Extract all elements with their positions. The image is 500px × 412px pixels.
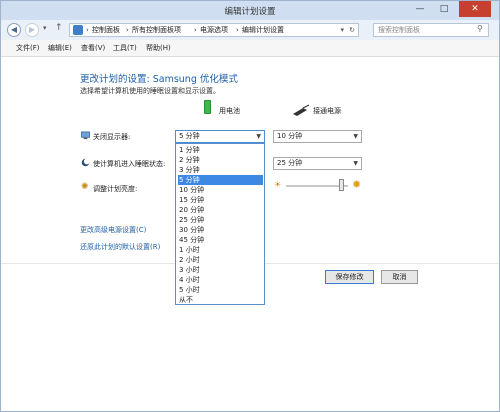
option-45-minutes[interactable]: 45 分钟 [178, 235, 263, 245]
title-bar: 编辑计划设置 — □ ✕ [1, 1, 499, 20]
save-button[interactable]: 保存修改 [325, 270, 374, 284]
menu-file[interactable]: 文件(F) [16, 43, 40, 53]
option-1-hour[interactable]: 1 小时 [178, 245, 263, 255]
option-3-hours[interactable]: 3 小时 [178, 265, 263, 275]
display-off-battery-select[interactable]: 5 分钟 ▼ [175, 130, 265, 143]
column-battery: 用电池 [219, 107, 240, 115]
close-button[interactable]: ✕ [459, 1, 491, 17]
option-30-minutes[interactable]: 30 分钟 [178, 225, 263, 235]
page-subtitle: 选择希望计算机使用的睡眠设置和显示设置。 [80, 87, 220, 95]
maximize-button[interactable]: □ [433, 1, 455, 17]
address-dropdown-icon[interactable]: ▾ [340, 24, 344, 36]
menu-tools[interactable]: 工具(T) [113, 43, 137, 53]
window: 编辑计划设置 — □ ✕ ◀ ▶ ▾ ↑ › 控制面板 › 所有控制面板项 › … [0, 0, 500, 412]
menu-help[interactable]: 帮助(H) [146, 43, 171, 53]
address-toolbar: ◀ ▶ ▾ ↑ › 控制面板 › 所有控制面板项 › 电源选项 › 编辑计划设置… [1, 20, 499, 40]
chevron-down-icon: ▼ [353, 133, 358, 140]
power-plug-icon [293, 104, 310, 116]
menu-bar: 文件(F) 编辑(E) 查看(V) 工具(T) 帮助(H) [1, 40, 499, 57]
brightness-low-icon: ☀ [274, 180, 282, 189]
forward-icon[interactable]: ▶ [25, 23, 39, 37]
brightness-sun-icon: ✺ [81, 182, 89, 192]
option-15-minutes[interactable]: 15 分钟 [178, 195, 263, 205]
page-title: 更改计划的设置: Samsung 优化模式 [80, 74, 238, 85]
display-off-battery-value: 5 分钟 [179, 132, 200, 140]
option-2-minutes[interactable]: 2 分钟 [178, 155, 263, 165]
control-panel-icon [73, 25, 83, 35]
display-off-label: 关闭显示器: [93, 133, 131, 141]
search-icon[interactable]: ⚲ [477, 24, 483, 33]
option-never[interactable]: 从不 [178, 295, 263, 305]
option-5-minutes[interactable]: 5 分钟 [178, 175, 263, 185]
refresh-icon[interactable]: ↻ [349, 24, 355, 36]
brightness-high-icon: ✹ [352, 178, 362, 191]
minimize-button[interactable]: — [409, 1, 431, 17]
chevron-down-icon: ▼ [256, 133, 261, 140]
search-input[interactable]: 搜索控制面板 [373, 23, 489, 37]
option-3-minutes[interactable]: 3 分钟 [178, 165, 263, 175]
option-1-minute[interactable]: 1 分钟 [178, 145, 263, 155]
display-off-plugged-select[interactable]: 10 分钟 ▼ [273, 130, 362, 143]
crumb-separator: › [86, 26, 89, 34]
monitor-icon [81, 131, 90, 140]
option-2-hours[interactable]: 2 小时 [178, 255, 263, 265]
display-off-options-list: 1 分钟 2 分钟 3 分钟 5 分钟 10 分钟 15 分钟 20 分钟 25… [175, 143, 265, 305]
sleep-moon-icon [81, 158, 90, 167]
cancel-button[interactable]: 取消 [381, 270, 418, 284]
display-off-plugged-value: 10 分钟 [277, 132, 303, 140]
sleep-plugged-select[interactable]: 25 分钟 ▼ [273, 157, 362, 170]
brightness-label: 调整计划亮度: [93, 185, 138, 193]
chevron-down-icon: ▼ [353, 160, 358, 167]
crumb-control-panel[interactable]: 控制面板 [92, 24, 120, 36]
option-5-hours[interactable]: 5 小时 [178, 285, 263, 295]
brightness-slider-thumb[interactable] [339, 179, 344, 191]
battery-icon [204, 100, 211, 114]
option-20-minutes[interactable]: 20 分钟 [178, 205, 263, 215]
crumb-all-items[interactable]: 所有控制面板项 [132, 24, 181, 36]
crumb-edit-plan[interactable]: 编辑计划设置 [242, 24, 284, 36]
option-4-hours[interactable]: 4 小时 [178, 275, 263, 285]
sleep-plugged-value: 25 分钟 [277, 159, 303, 167]
crumb-separator: › [194, 26, 197, 34]
up-icon[interactable]: ↑ [55, 23, 63, 33]
crumb-power-options[interactable]: 电源选项 [200, 24, 228, 36]
address-bar[interactable]: › 控制面板 › 所有控制面板项 › 电源选项 › 编辑计划设置 ▾ ↻ [69, 23, 359, 37]
menu-view[interactable]: 查看(V) [81, 43, 105, 53]
advanced-settings-link[interactable]: 更改高级电源设置(C) [80, 225, 146, 235]
crumb-separator: › [126, 26, 129, 34]
crumb-separator: › [236, 26, 239, 34]
menu-edit[interactable]: 编辑(E) [48, 43, 72, 53]
back-icon[interactable]: ◀ [7, 23, 21, 37]
option-25-minutes[interactable]: 25 分钟 [178, 215, 263, 225]
option-10-minutes[interactable]: 10 分钟 [178, 185, 263, 195]
recent-pages-icon[interactable]: ▾ [43, 24, 47, 32]
sleep-label: 使计算机进入睡眠状态: [93, 160, 166, 168]
restore-defaults-link[interactable]: 还原此计划的默认设置(R) [80, 242, 160, 252]
column-plugged-in: 接通电源 [313, 107, 341, 115]
